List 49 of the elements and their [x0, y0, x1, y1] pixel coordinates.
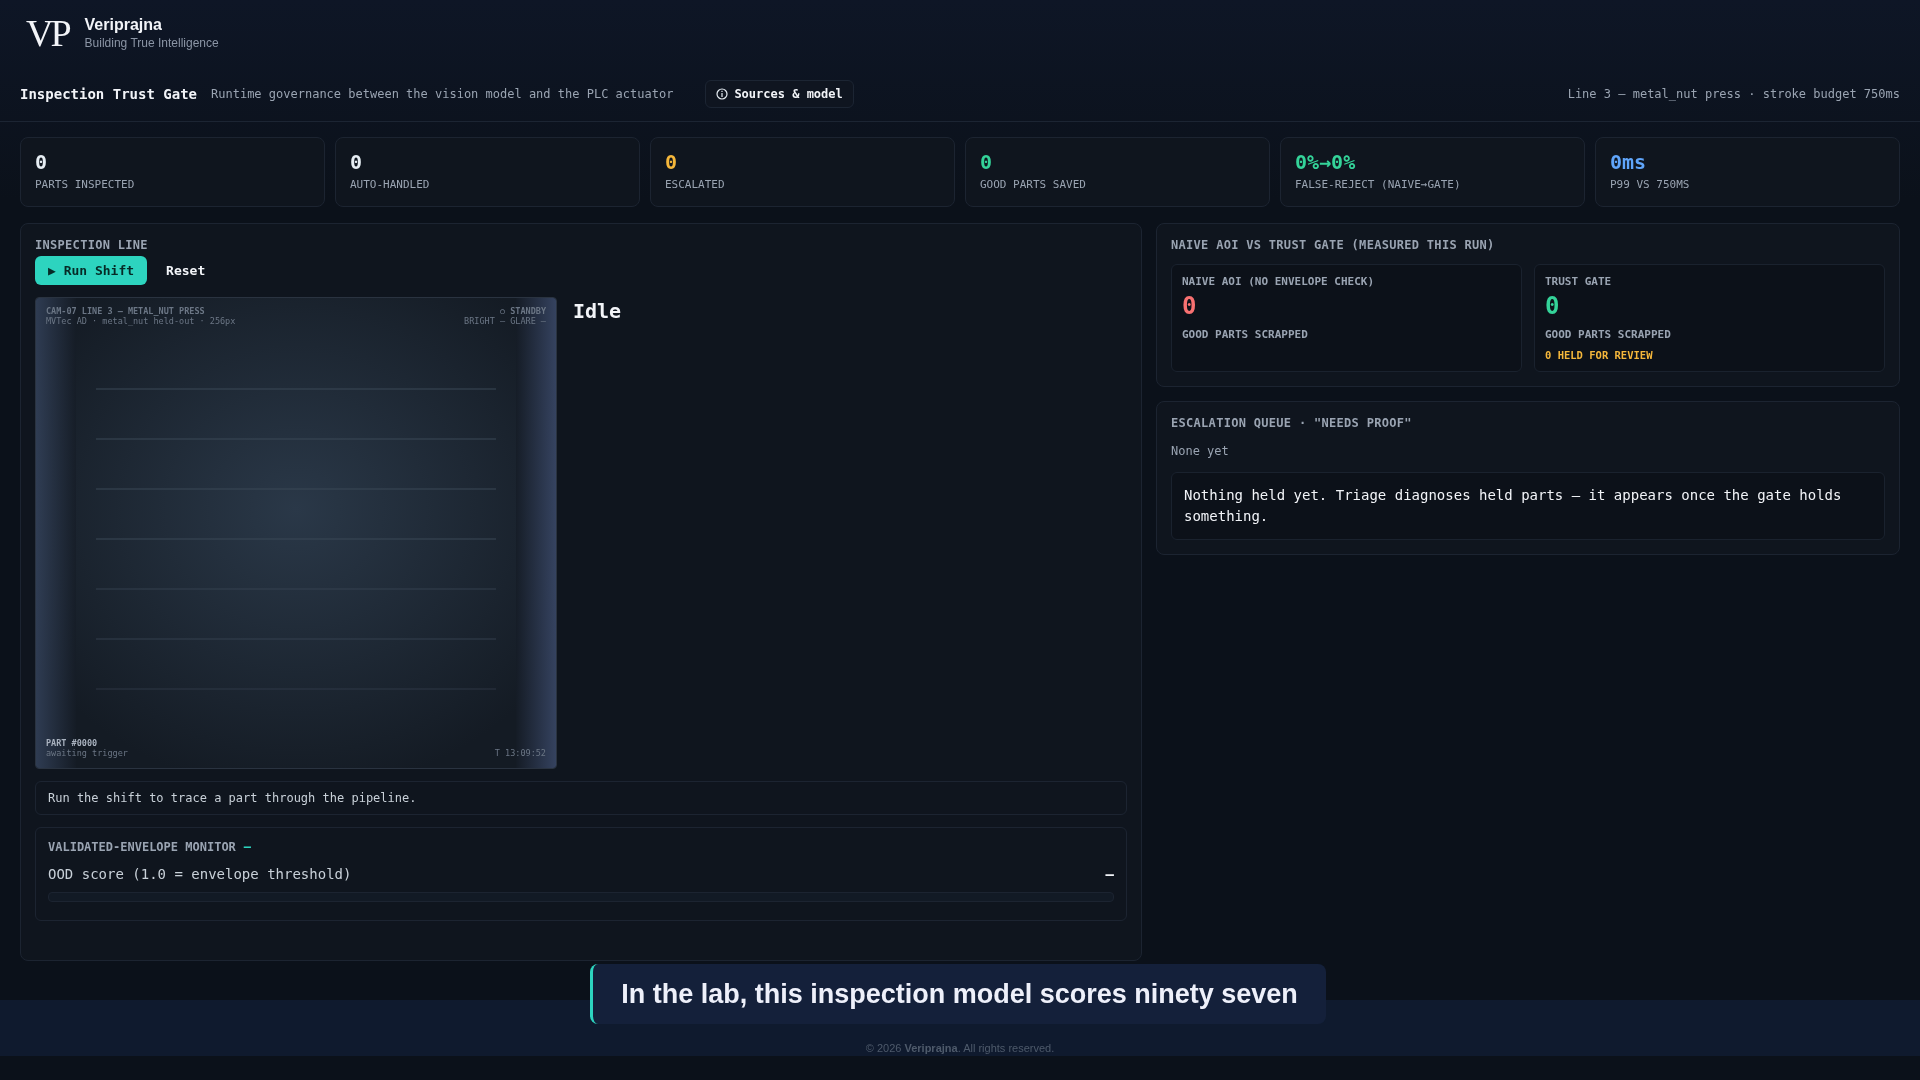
ood-score-label: OOD score (1.0 = envelope threshold) — [48, 866, 352, 882]
stat-value: 0 — [665, 150, 679, 174]
sources-button[interactable]: Sources & model — [705, 79, 854, 108]
status-text: Idle — [573, 298, 622, 325]
info-icon — [716, 87, 729, 100]
brand-name: Veriprajna — [84, 16, 163, 34]
stat-label: AUTO-HANDLED — [350, 178, 431, 191]
logo[interactable]: VP — [26, 13, 75, 53]
camera-id: CAM-07 LINE 3 — METAL_NUT PRESS — [46, 306, 206, 316]
card-value: 0 — [1182, 292, 1198, 320]
empty-text: None yet — [1171, 444, 1230, 458]
stat-value: 0ms — [1610, 150, 1648, 174]
stat-value: 0 — [35, 150, 49, 174]
card-label: GOOD PARTS SCRAPPED — [1182, 328, 1309, 341]
stat-value: 0%→0% — [1295, 150, 1357, 174]
camera-source: MVTec AD · metal_nut held-out · 256px — [46, 316, 236, 326]
card-label: GOOD PARTS SCRAPPED — [1545, 328, 1672, 341]
run-shift-button[interactable]: ▶ Run Shift — [35, 256, 148, 285]
stat-label: P99 VS 750MS — [1610, 178, 1691, 191]
card-title: NAIVE AOI (NO ENVELOPE CHECK) — [1182, 275, 1376, 288]
camera-readings: BRIGHT — GLARE — — [464, 316, 546, 326]
section-heading: ESCALATION QUEUE · "NEEDS PROOF" — [1171, 416, 1413, 430]
triage-box: Nothing held yet. Triage diagnoses held parts — it appears once the gate holds something. — [1171, 472, 1885, 540]
monitor-indicator: — — [243, 840, 252, 854]
stat-label: GOOD PARTS SAVED — [980, 178, 1087, 191]
caption: In the lab, this inspection model scores ninety seven — [590, 964, 1326, 1024]
camera-mode: ○ STANDBY — [498, 306, 546, 316]
page-subtitle: Runtime governance between the vision model and the PLC actuator — [211, 86, 674, 101]
page-title: Inspection Trust Gate — [20, 85, 197, 102]
line-context: Line 3 — metal_nut press · stroke budget 750ms — [1567, 86, 1900, 101]
stat-label: FALSE-REJECT (NAIVE→GATE) — [1295, 178, 1462, 191]
message-box: Run the shift to trace a part through the pipeline. — [35, 781, 1127, 815]
monitor-heading: VALIDATED-ENVELOPE MONITOR — [48, 840, 236, 854]
stat-label: PARTS INSPECTED — [35, 178, 136, 191]
part-number: PART #0000 — [46, 738, 99, 748]
stat-value: 0 — [980, 150, 994, 174]
reset-button[interactable]: Reset — [153, 256, 219, 285]
ood-score-value: — — [1105, 866, 1114, 882]
held-note: 0 HELD FOR REVIEW — [1545, 349, 1654, 361]
card-title: TRUST GATE — [1545, 275, 1613, 288]
stat-value: 0 — [350, 150, 364, 174]
section-heading: NAIVE AOI VS TRUST GATE (MEASURED THIS RUN) — [1171, 238, 1496, 252]
part-state: awaiting trigger — [46, 748, 128, 758]
camera-time: T 13:09:52 — [494, 748, 546, 758]
section-heading: INSPECTION LINE — [35, 238, 149, 252]
card-value: 0 — [1545, 292, 1561, 320]
copyright-text: © 2026 Veriprajna. All rights reserved. — [865, 1042, 1055, 1054]
stat-label: ESCALATED — [665, 178, 726, 191]
brand-tagline: Building True Intelligence — [84, 36, 219, 50]
